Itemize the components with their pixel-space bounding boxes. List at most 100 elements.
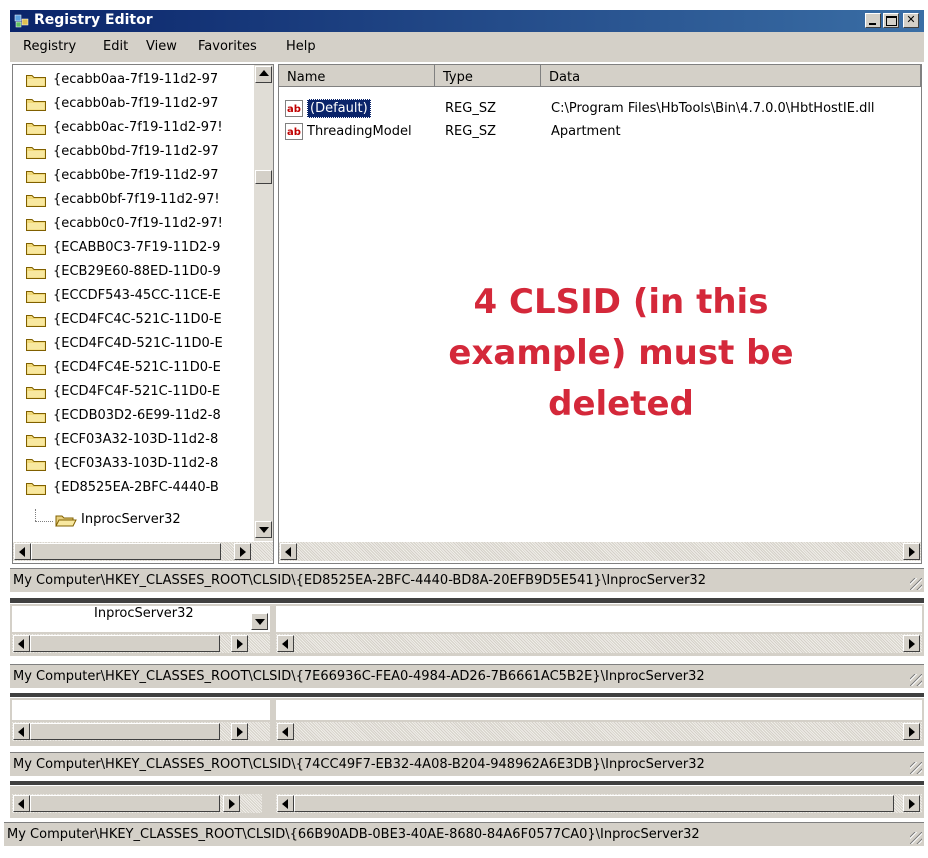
scroll-left-button[interactable]	[13, 635, 30, 652]
tree-item[interactable]: {ecabb0bd-7f19-11d2-97	[13, 141, 253, 164]
tree-horizontal-scrollbar[interactable]	[12, 794, 262, 813]
tree-item-label: {ecabb0c0-7f19-11d2-97!	[53, 216, 223, 231]
folder-icon	[26, 147, 46, 159]
tree-item[interactable]: {ECF03A33-103D-11d2-8	[13, 453, 253, 476]
scroll-right-button[interactable]	[223, 795, 240, 812]
tree-horizontal-scrollbar[interactable]	[13, 542, 273, 561]
tree-item[interactable]: {ecabb0bf-7f19-11d2-97!	[13, 189, 253, 212]
scroll-right-button[interactable]	[903, 635, 920, 652]
tree-item[interactable]: {ECB29E60-88ED-11D0-9	[13, 261, 253, 284]
folder-icon	[26, 411, 46, 423]
list-horizontal-scrollbar[interactable]	[276, 634, 922, 653]
tree-vertical-scrollbar[interactable]	[254, 65, 273, 541]
window-divider	[10, 781, 924, 785]
value-row[interactable]: ab (Default) REG_SZ C:\Program Files\HbT…	[283, 99, 923, 119]
scroll-right-button[interactable]	[903, 795, 920, 812]
tree-item-label: {ecabb0ab-7f19-11d2-97	[53, 96, 219, 111]
menu-bar: Registry Edit View Favorites Help	[10, 32, 924, 62]
tree-item-label: {ECDB03D2-6E99-11d2-8	[53, 408, 221, 423]
close-button[interactable]: ✕	[903, 13, 919, 28]
scroll-left-button[interactable]	[280, 543, 297, 560]
tree-item[interactable]: {ecabb0ab-7f19-11d2-97	[13, 93, 253, 116]
value-row[interactable]: ab ThreadingModel REG_SZ Apartment	[283, 122, 923, 142]
tree-item-label: InprocServer32	[81, 512, 181, 527]
scroll-down-button[interactable]	[251, 613, 268, 630]
tree-item-inprocserver32[interactable]: InprocServer32	[13, 509, 253, 532]
tree-item[interactable]: {ECCDF543-45CC-11CE-E	[13, 285, 253, 308]
scroll-left-button[interactable]	[13, 723, 30, 740]
tree-item[interactable]: {ECD4FC4C-521C-11D0-E	[13, 309, 253, 332]
status-path: My Computer\HKEY_CLASSES_ROOT\CLSID\{74C…	[13, 757, 705, 772]
scroll-left-button[interactable]	[277, 723, 294, 740]
menu-help[interactable]: Help	[286, 39, 316, 54]
registry-editor-icon	[14, 14, 29, 28]
tree-item[interactable]: {ECABB0C3-7F19-11D2-9	[13, 237, 253, 260]
scroll-thumb[interactable]	[255, 170, 272, 184]
resize-grip[interactable]	[910, 674, 922, 686]
arrow-up-icon	[259, 70, 269, 76]
scroll-thumb[interactable]	[30, 795, 220, 812]
status-path: My Computer\HKEY_CLASSES_ROOT\CLSID\{ED8…	[13, 573, 706, 588]
tree-item[interactable]: {ECDB03D2-6E99-11d2-8	[13, 405, 253, 428]
scroll-right-button[interactable]	[231, 635, 248, 652]
scroll-left-button[interactable]	[13, 795, 30, 812]
tree-item[interactable]: {ECF03A32-103D-11d2-8	[13, 429, 253, 452]
scroll-right-button[interactable]	[903, 543, 920, 560]
scroll-thumb[interactable]	[31, 543, 221, 560]
list-horizontal-scrollbar[interactable]	[279, 542, 921, 561]
minimize-button[interactable]	[865, 13, 881, 28]
scroll-thumb[interactable]	[30, 635, 220, 652]
tree-item[interactable]: {ECD4FC4F-521C-11D0-E	[13, 381, 253, 404]
annotation-line: example) must be	[448, 333, 794, 373]
scroll-down-button[interactable]	[255, 521, 272, 538]
tree-item[interactable]: {ECD4FC4D-521C-11D0-E	[13, 333, 253, 356]
scroll-left-button[interactable]	[277, 795, 294, 812]
resize-grip[interactable]	[910, 578, 922, 590]
tree-horizontal-scrollbar[interactable]	[12, 634, 270, 653]
maximize-icon	[886, 16, 897, 26]
scroll-up-button[interactable]	[255, 66, 272, 83]
tree-item[interactable]: {ecabb0aa-7f19-11d2-97	[13, 69, 253, 92]
menu-edit[interactable]: Edit	[103, 39, 128, 54]
tree-horizontal-scrollbar[interactable]	[12, 722, 270, 741]
scroll-left-button[interactable]	[277, 635, 294, 652]
folder-icon	[26, 267, 46, 279]
column-header-type[interactable]: Type	[435, 65, 541, 87]
tree-item[interactable]: {ED8525EA-2BFC-4440-B	[13, 477, 253, 500]
window-divider	[10, 598, 924, 603]
list-horizontal-scrollbar[interactable]	[276, 722, 922, 741]
key-tree[interactable]: {ecabb0aa-7f19-11d2-97 {ecabb0ab-7f19-11d…	[12, 64, 274, 564]
scroll-right-button[interactable]	[903, 723, 920, 740]
folder-icon	[26, 99, 46, 111]
value-name: ThreadingModel	[307, 124, 412, 139]
menu-favorites[interactable]: Favorites	[198, 39, 257, 54]
annotation-line: 4 CLSID (in this	[473, 282, 769, 322]
menu-registry[interactable]: Registry	[23, 39, 76, 54]
arrow-left-icon	[18, 799, 24, 809]
scroll-thumb[interactable]	[294, 795, 894, 812]
tree-item[interactable]: {ecabb0be-7f19-11d2-97	[13, 165, 253, 188]
resize-grip[interactable]	[910, 832, 922, 844]
scroll-thumb[interactable]	[30, 723, 220, 740]
tree-item-label: InprocServer32	[94, 606, 194, 621]
maximize-button[interactable]	[883, 13, 899, 28]
resize-grip[interactable]	[910, 762, 922, 774]
tree-fragment	[12, 700, 270, 720]
scroll-right-button[interactable]	[231, 723, 248, 740]
svg-text:ab: ab	[287, 127, 301, 138]
scroll-right-button[interactable]	[234, 543, 251, 560]
tree-item[interactable]: {ecabb0c0-7f19-11d2-97!	[13, 213, 253, 236]
tree-item[interactable]: {ECD4FC4E-521C-11D0-E	[13, 357, 253, 380]
column-header-data[interactable]: Data	[541, 65, 921, 87]
arrow-right-icon	[909, 727, 915, 737]
tree-fragment: InprocServer32	[12, 606, 270, 632]
list-horizontal-scrollbar[interactable]	[276, 794, 922, 813]
title-bar[interactable]: Registry Editor ✕	[10, 10, 924, 32]
column-header-name[interactable]: Name	[279, 65, 435, 87]
values-list[interactable]: Name Type Data ab (Default) REG_SZ C:\Pr…	[278, 64, 922, 564]
menu-view[interactable]: View	[146, 39, 177, 54]
arrow-left-icon	[18, 639, 24, 649]
fragment-panel	[10, 786, 924, 818]
tree-item[interactable]: {ecabb0ac-7f19-11d2-97!	[13, 117, 253, 140]
scroll-left-button[interactable]	[14, 543, 31, 560]
